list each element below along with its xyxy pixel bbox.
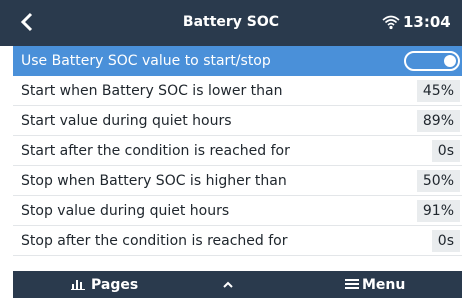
screen: Battery SOC 13:04 Use Battery SOC value … (0, 0, 462, 298)
row-label: Start when Battery SOC is lower than (21, 83, 283, 99)
footer-bar: Pages Menu (13, 271, 462, 298)
clock: 13:04 (403, 13, 451, 31)
hamburger-menu-icon (345, 277, 359, 289)
list-item[interactable]: Stop when Battery SOC is higher than 50% (13, 166, 462, 196)
header-bar: Battery SOC 13:04 (0, 0, 462, 46)
list-item[interactable]: Start value during quiet hours 89% (13, 106, 462, 136)
row-label: Start after the condition is reached for (21, 143, 290, 159)
list-item[interactable]: Stop after the condition is reached for … (13, 226, 462, 256)
use-battery-soc-toggle[interactable] (404, 51, 460, 71)
bar-chart-icon (71, 277, 85, 290)
list-item[interactable]: Start after the condition is reached for… (13, 136, 462, 166)
row-value: 0s (431, 230, 460, 252)
row-value: 50% (416, 170, 460, 192)
row-value: 0s (431, 140, 460, 162)
settings-list: Use Battery SOC value to start/stop Star… (13, 46, 462, 256)
row-value: 45% (416, 80, 460, 102)
list-item[interactable]: Start when Battery SOC is lower than 45% (13, 76, 462, 106)
row-value: 89% (416, 110, 460, 132)
chevron-up-icon[interactable] (221, 277, 235, 291)
pages-label: Pages (91, 277, 139, 293)
row-value: 91% (416, 200, 460, 222)
row-label: Start value during quiet hours (21, 113, 232, 129)
pages-button[interactable]: Pages (71, 276, 138, 294)
row-label: Stop after the condition is reached for (21, 233, 288, 249)
list-item[interactable]: Stop value during quiet hours 91% (13, 196, 462, 226)
row-label: Stop value during quiet hours (21, 203, 230, 219)
row-label: Stop when Battery SOC is higher than (21, 173, 287, 189)
menu-button[interactable]: Menu (345, 276, 405, 294)
row-label: Use Battery SOC value to start/stop (21, 53, 271, 69)
wifi-icon (382, 14, 400, 30)
toggle-knob (444, 55, 456, 67)
use-battery-soc-row[interactable]: Use Battery SOC value to start/stop (13, 46, 462, 76)
menu-label: Menu (362, 277, 406, 293)
